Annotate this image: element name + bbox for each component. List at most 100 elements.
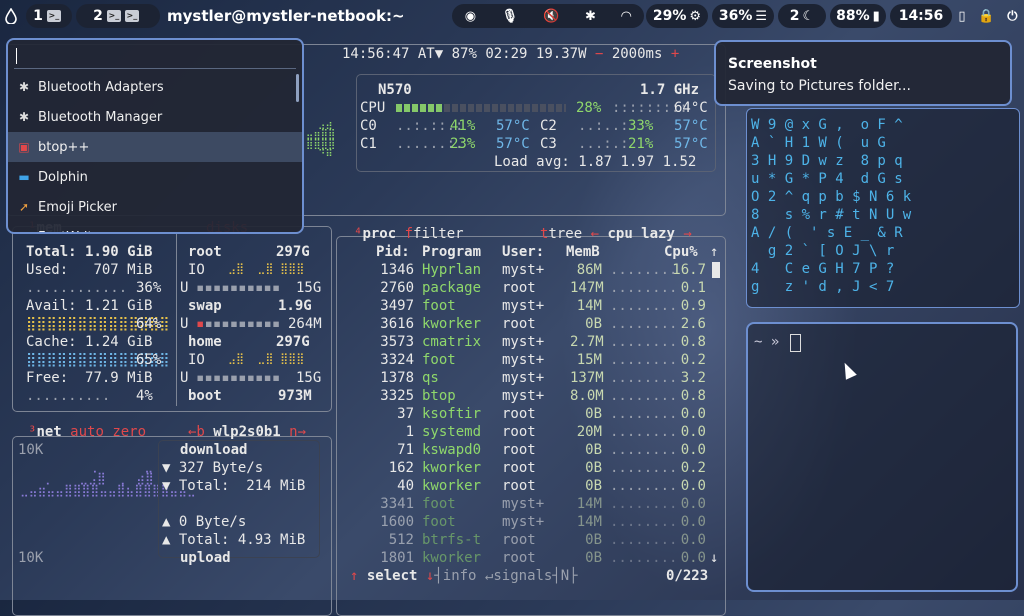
proc-cpu-graph: ........ [610,334,678,350]
proc-cpu-graph: ........ [610,280,678,296]
core-c0: C0 [360,118,377,134]
launcher-item-label: Emoji Picker [38,199,117,215]
mem-avail-pct: 64% [136,316,162,332]
mem-free-pct: 4% [136,388,153,404]
notification-popup[interactable]: Screenshot Saving to Pictures folder... [714,40,1012,106]
proc-cpu: 2.6 [680,316,706,332]
phone-icon[interactable]: ▯ [958,9,965,24]
proc-user: root [502,442,536,458]
proc-cpu-graph: ........ [610,352,678,368]
cmatrix-terminal[interactable]: W 9 @ x G , o F ^ A ` H 1 W ( u G 3 H 9 D… [746,108,1020,308]
eye-off-icon[interactable]: ◉ [465,9,476,24]
proc-pid: 162 [388,460,414,476]
core-c0-temp: 57°C [496,118,530,134]
disk-home-io: IO [188,352,205,368]
cpu-pct: 28% [576,100,602,116]
proc-prog: kswapd0 [422,442,482,458]
net-scale-bottom: 10K [18,550,44,566]
disk-swap-u: U [180,316,189,332]
down-total: ▼ Total: 214 MiB [162,478,306,494]
proc-mem: 86M [576,262,602,278]
proc-cpu-graph: ........ [610,424,678,440]
launcher-item[interactable]: ▣ btop++ [8,132,302,162]
proc-count: 0/223 [666,568,709,584]
proc-prog: foot [422,514,456,530]
proc-prog: foot [422,496,456,512]
proc-cpu-graph: ........ [610,316,678,332]
col-pid[interactable]: Pid: [376,244,410,260]
scroll-down-icon[interactable]: ↓ [710,550,718,566]
battery-icon: ▮ [872,8,880,24]
proc-pid: 3341 [380,496,414,512]
matrix-line: 3 H 9 D w z 8 p q [751,153,903,169]
matrix-line: u * G * P 4 d G s [751,171,903,187]
core-c1: C1 [360,136,377,152]
mem-cache-pct: 65% [136,352,162,368]
wifi-icon[interactable]: ◠ [621,9,631,24]
core-c1-temp: 57°C [496,136,530,152]
clock[interactable]: 14:56 [890,4,952,28]
bluetooth-icon: ✱ [18,110,30,124]
load-avg: Load avg: 1.87 1.97 1.52 [494,154,697,170]
memory-indicator[interactable]: 36% ☰ [712,4,774,28]
drop-icon[interactable] [2,4,20,28]
mem-total: Total: 1.90 GiB [26,244,153,260]
proc-prog: kworker [422,460,482,476]
disk-home-io-graph: ⣠⣿ ⣀⣿ ⣿⣿⣿ [228,352,305,365]
scroll-up-icon[interactable]: ↑ [710,244,718,260]
col-cpu[interactable]: Cpu% [664,244,698,260]
proc-cpu-graph: ........ [610,496,678,512]
proc-user: myst+ [502,496,545,512]
col-mem[interactable]: MemB [566,244,600,260]
bluetooth-icon[interactable]: ✱ [585,9,596,24]
proc-mem: 14M [576,298,602,314]
launcher-item-label: btop++ [38,139,90,155]
proc-prog: foot [422,298,456,314]
col-user[interactable]: User: [502,244,544,260]
notification-body: Saving to Pictures folder... [728,78,911,94]
disk-swap-meter: ▪▪▪▪▪▪▪▪▪▪ [196,316,281,332]
launcher-search-input[interactable] [14,44,296,69]
launcher-item[interactable]: ➚ Emoji Picker [8,192,302,222]
proc-user: root [502,316,536,332]
proc-pid: 1600 [380,514,414,530]
proc-mem: 14M [576,514,602,530]
launcher-item-label: FontWriter [38,230,106,233]
launcher-item[interactable]: ▬ Dolphin [8,162,302,192]
download-label: download [180,442,248,458]
proc-footer: ↑ select ↓┤info ↵signals┤N├ [350,568,578,584]
proc-cpu: 0.8 [680,334,706,350]
cpu-label: CPU [360,100,386,116]
proc-cpu-graph: ........ [610,514,678,530]
launcher-item[interactable]: ◆ FontWriter [8,222,302,233]
workspace-1[interactable]: 1 >_ [26,4,72,28]
up-rate: ▲ 0 Byte/s [162,514,247,530]
disk-swap: swap [188,298,222,314]
lock-icon[interactable]: 🔒 [978,9,994,24]
proc-cpu: 0.0 [680,406,706,422]
disk-root-io: IO [188,262,205,278]
proc-cpu: 0.0 [680,496,706,512]
matrix-line: g z ' d , J < 7 [751,279,895,295]
proc-mem: 0B [585,442,602,458]
power-icon[interactable]: ⏻ [1007,9,1017,24]
mic-off-icon[interactable]: 🎙 [501,9,518,24]
col-program[interactable]: Program [422,244,481,260]
speaker-muted-icon[interactable]: 🔇 [543,9,559,24]
proc-user: myst+ [502,262,545,278]
proc-prog: btrfs-t [422,532,482,548]
disk-root-u: U [180,280,189,296]
core-c1-pct: 23% [450,136,476,152]
launcher-item[interactable]: ✱ Bluetooth Adapters [8,72,302,102]
terminal-window[interactable]: ~ » [746,322,1018,592]
proc-cpu: 0.0 [680,550,706,566]
matrix-line: A / ( ' s E _ & R [751,225,903,241]
battery-indicator[interactable]: 88% ▮ [830,4,886,28]
proc-sort-row[interactable]: ttree ← cpu lazy → [540,226,692,242]
moon-indicator[interactable]: 2 ☾ [778,4,826,28]
disk-boot-size: 973M [278,388,312,404]
cpu-indicator[interactable]: 29% ⚙ [646,4,708,28]
workspace-2[interactable]: 2 >_ >_ [76,4,160,28]
proc-scrollbar[interactable] [712,262,720,278]
launcher-item[interactable]: ✱ Bluetooth Manager [8,102,302,132]
